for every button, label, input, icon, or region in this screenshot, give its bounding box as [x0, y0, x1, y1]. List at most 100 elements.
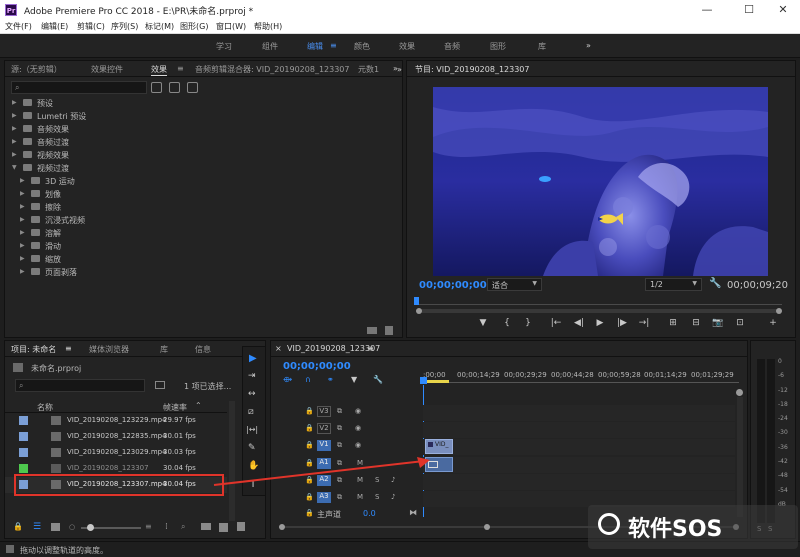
program-timecode[interactable]: 00;00;00;00 — [419, 280, 487, 291]
workspace-color[interactable]: 颜色 — [354, 41, 370, 52]
microphone-icon[interactable]: ♪ — [391, 493, 395, 501]
button-editor-button[interactable]: + — [766, 318, 780, 328]
new-bin-icon[interactable] — [201, 523, 211, 530]
timeline-vscroll-handle[interactable] — [736, 389, 743, 396]
master-volume[interactable]: 0.0 — [363, 509, 376, 518]
magnet-icon[interactable]: ∩ — [305, 375, 311, 384]
menu-help[interactable]: 帮助(H) — [254, 21, 282, 32]
label-color-swatch[interactable] — [19, 432, 28, 441]
workspace-effects[interactable]: 效果 — [399, 41, 415, 52]
tab-libraries[interactable]: 库 — [160, 344, 168, 355]
sort-ascending-icon[interactable]: ⌃ — [195, 401, 202, 410]
lock-icon[interactable]: 🔒 — [305, 441, 314, 449]
column-name[interactable]: 名称 — [37, 402, 53, 413]
lock-icon[interactable]: 🔒 — [305, 509, 314, 517]
ripple-edit-tool-icon[interactable]: ↔ — [248, 389, 256, 399]
minimize-button[interactable]: — — [692, 2, 722, 18]
effects-search-input[interactable]: ⌕ — [11, 81, 147, 94]
tree-item-zoom[interactable]: ▶ 缩放 — [5, 253, 402, 266]
workspace-graphics[interactable]: 图形 — [490, 41, 506, 52]
tree-item-audio-effects[interactable]: ▶ 音频效果 — [5, 123, 402, 136]
eye-icon[interactable]: ◉ — [355, 424, 361, 432]
mute-button[interactable]: M — [357, 493, 363, 501]
delete-icon[interactable] — [385, 326, 393, 335]
menu-window[interactable]: 窗口(W) — [216, 21, 246, 32]
project-row[interactable]: VID_20190208_123029.mp4 30.03 fps — [5, 445, 227, 461]
workspace-more-icon[interactable]: » — [586, 41, 591, 50]
comparison-view-button[interactable]: ⊡ — [733, 318, 747, 328]
32bit-effects-icon[interactable] — [169, 82, 180, 93]
sync-lock-icon[interactable]: ⧉ — [337, 424, 342, 433]
label-color-swatch[interactable] — [19, 416, 28, 425]
program-playhead[interactable] — [414, 297, 419, 305]
add-marker-icon[interactable]: ▼ — [351, 375, 357, 384]
track-label-v1[interactable]: V1 — [317, 440, 331, 451]
wrench-icon[interactable]: 🔧 — [373, 375, 383, 384]
menu-graphics[interactable]: 图形(G) — [180, 21, 208, 32]
track-label-v2[interactable]: V2 — [317, 423, 331, 434]
go-to-in-button[interactable]: |← — [549, 318, 563, 328]
fit-select[interactable]: 适合 ▼ — [487, 278, 542, 291]
new-bin-icon[interactable] — [367, 327, 377, 334]
zoom-out-icon[interactable]: ○ — [69, 523, 75, 531]
program-zoom-bar[interactable] — [416, 307, 782, 315]
left-panels-more-icon[interactable]: » — [397, 65, 402, 74]
snap-icon[interactable]: ⟴ — [283, 375, 292, 384]
step-forward-button[interactable]: |▶ — [615, 318, 629, 328]
tree-item-3d-motion[interactable]: ▶ 3D 运动 — [5, 175, 402, 188]
tree-item-dissolve[interactable]: ▶ 溶解 — [5, 227, 402, 240]
go-to-out-button[interactable]: →| — [637, 318, 651, 328]
slip-tool-icon[interactable]: |↔| — [246, 425, 258, 434]
tree-item-slide[interactable]: ▶ 滑动 — [5, 240, 402, 253]
timeline-tab-menu-icon[interactable]: ≡ — [367, 344, 374, 353]
tab-program[interactable]: 节目: VID_20190208_123307 — [415, 64, 530, 75]
lock-icon[interactable]: 🔒 — [305, 493, 314, 501]
timeline-vscroll[interactable] — [737, 397, 743, 517]
label-color-swatch[interactable] — [19, 448, 28, 457]
tree-item-audio-transitions[interactable]: ▶ 音频过渡 — [5, 136, 402, 149]
workspace-menu-icon[interactable]: ≡ — [330, 41, 337, 50]
menu-file[interactable]: 文件(F) — [5, 21, 32, 32]
workspace-assembly[interactable]: 组件 — [262, 41, 278, 52]
effects-tab-menu-icon[interactable]: ≡ — [177, 64, 184, 73]
automate-icon[interactable]: ⁞ — [165, 522, 168, 532]
find-icon[interactable]: ⌕ — [181, 522, 185, 532]
mark-out-button[interactable]: } — [521, 318, 535, 328]
lock-icon[interactable]: 🔒 — [305, 407, 314, 415]
label-color-swatch[interactable] — [19, 464, 28, 473]
tree-item-video-transitions[interactable]: ▼ 视频过渡 — [5, 162, 402, 175]
add-marker-button[interactable]: ▼ — [476, 318, 490, 328]
workspace-editing[interactable]: 编辑 — [307, 41, 323, 52]
tree-item-page-peel[interactable]: ▶ 页面剥落 — [5, 266, 402, 279]
close-sequence-icon[interactable]: × — [275, 344, 282, 353]
find-icon[interactable] — [155, 381, 165, 389]
tree-item-immersive-video[interactable]: ▶ 沉浸式视频 — [5, 214, 402, 227]
track-area-v3[interactable] — [423, 405, 735, 421]
track-select-tool-icon[interactable]: ⇥ — [248, 371, 256, 381]
go-to-end-icon[interactable]: ⧓ — [409, 508, 417, 517]
menu-sequence[interactable]: 序列(S) — [111, 21, 138, 32]
solo-button[interactable]: S — [375, 493, 379, 501]
tree-item-lumetri-presets[interactable]: ▶ Lumetri 预设 — [5, 110, 402, 123]
mark-in-button[interactable]: { — [500, 318, 514, 328]
eye-icon[interactable]: ◉ — [355, 441, 361, 449]
track-label-v3[interactable]: V3 — [317, 406, 331, 417]
clear-icon[interactable] — [237, 522, 245, 531]
lift-button[interactable]: ⊞ — [666, 318, 680, 328]
export-frame-button[interactable]: 📷 — [711, 318, 725, 328]
accelerated-effects-icon[interactable] — [151, 82, 162, 93]
tree-item-presets[interactable]: ▶ 预设 — [5, 97, 402, 110]
play-button[interactable]: ▶ — [593, 318, 607, 328]
eye-icon[interactable]: ◉ — [355, 407, 361, 415]
maximize-button[interactable]: ☐ — [734, 2, 764, 18]
lock-icon[interactable]: 🔒 — [13, 522, 23, 531]
extract-button[interactable]: ⊟ — [689, 318, 703, 328]
close-button[interactable]: ✕ — [768, 2, 798, 18]
sync-lock-icon[interactable]: ⧉ — [337, 407, 342, 416]
tab-effects[interactable]: 效果 — [151, 64, 167, 76]
track-label-a3[interactable]: A3 — [317, 492, 331, 503]
icon-view-icon[interactable] — [51, 523, 60, 531]
tab-metadata[interactable]: 元数1 — [358, 64, 379, 75]
video-clip[interactable]: VID_ — [425, 439, 453, 454]
workspace-learn[interactable]: 学习 — [216, 41, 232, 52]
